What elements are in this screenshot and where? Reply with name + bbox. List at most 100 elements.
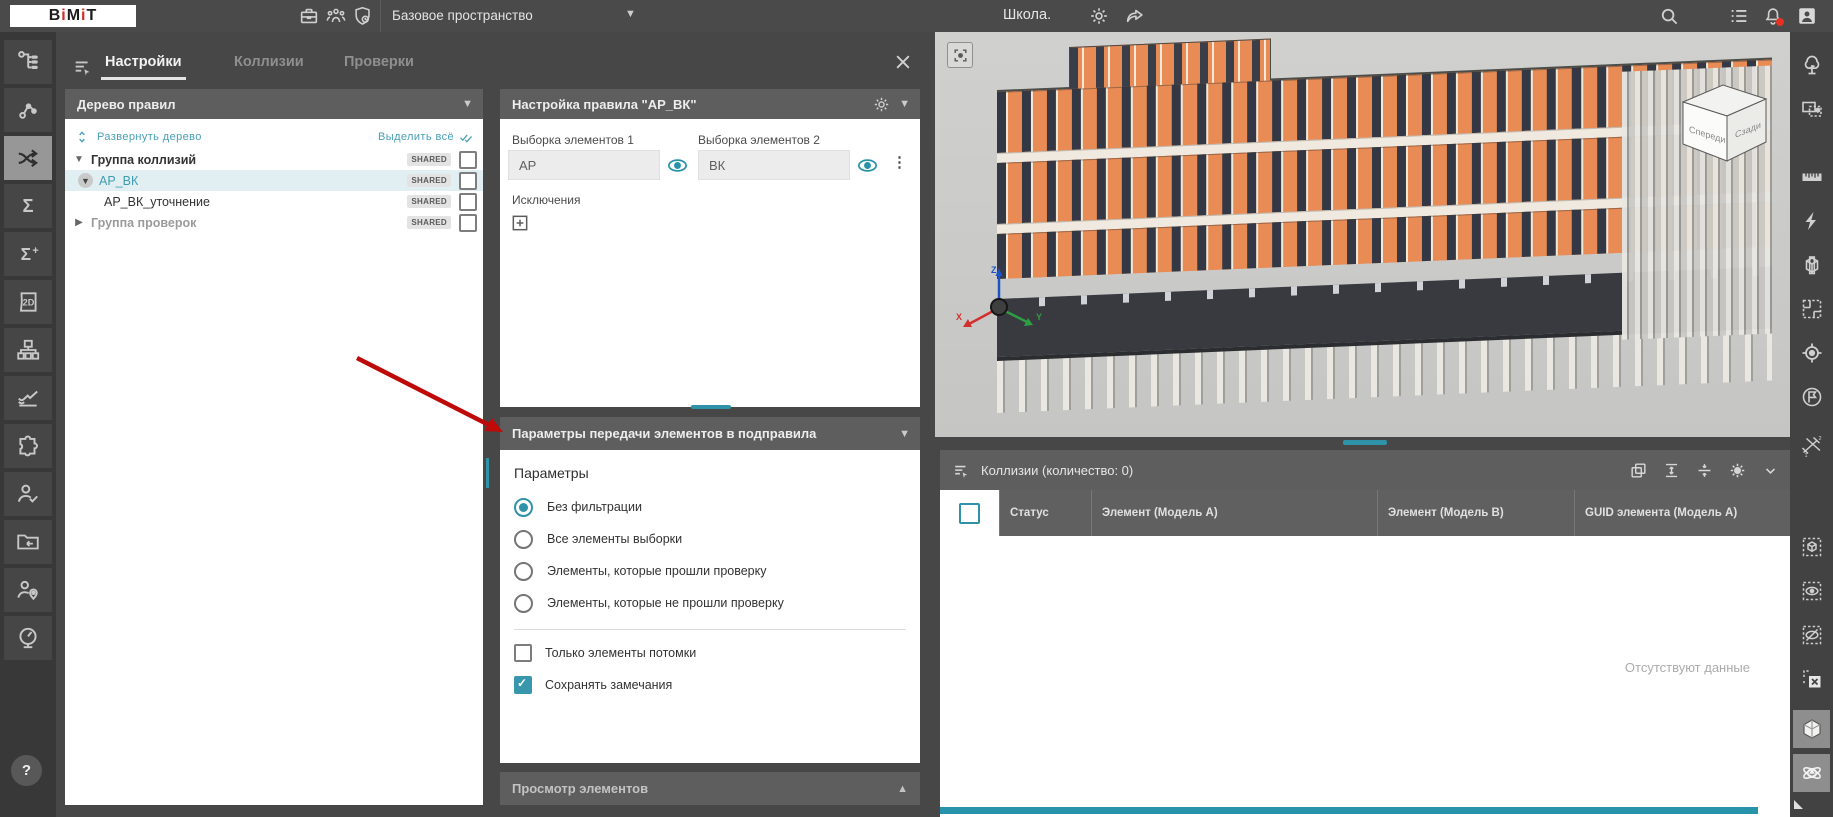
fit-rows-icon[interactable]	[1662, 461, 1681, 480]
tool-dimensions[interactable]	[1793, 428, 1830, 466]
sidebar-item-clash-rules[interactable]	[4, 136, 52, 180]
caret-right-icon[interactable]: ▶	[73, 217, 85, 228]
resize-corner[interactable]	[1794, 800, 1803, 809]
sidebar-item-import[interactable]	[4, 520, 52, 564]
checkbox-checked-icon[interactable]	[514, 676, 532, 694]
select-all-cell[interactable]	[940, 490, 1000, 536]
tool-shaded-view[interactable]	[1793, 710, 1830, 748]
tool-hide-selected[interactable]	[1793, 616, 1830, 654]
tool-section-box[interactable]	[1793, 246, 1830, 284]
merge-rows-icon[interactable]	[1695, 461, 1714, 480]
sidebar-item-structure[interactable]	[4, 328, 52, 372]
radio-icon[interactable]	[514, 594, 533, 613]
workspace-selector[interactable]: Базовое пространство	[392, 8, 533, 23]
sidebar-item-totals[interactable]	[4, 184, 52, 228]
add-exclusion-icon[interactable]	[510, 213, 530, 233]
tool-clip[interactable]	[1793, 202, 1830, 240]
expand-caret-icon[interactable]: ▲	[897, 783, 908, 795]
row-checkbox[interactable]	[459, 193, 477, 211]
collapse-caret-icon[interactable]: ▼	[899, 98, 910, 110]
elements-preview-header[interactable]: Просмотр элементов ▲	[500, 772, 920, 805]
panel-menu-icon[interactable]	[72, 56, 94, 78]
tree-row-selected[interactable]: ▼ АР_ВК SHARED	[65, 170, 483, 191]
checkbox-icon[interactable]	[514, 644, 532, 662]
sidebar-item-relations[interactable]	[4, 88, 52, 132]
radio-all-elements[interactable]: Все элементы выборки	[514, 529, 682, 549]
copy-rows-icon[interactable]	[1629, 461, 1648, 480]
tool-locate[interactable]	[1793, 334, 1830, 372]
checkbox-keep-remarks[interactable]: Сохранять замечания	[514, 675, 672, 695]
selection1-input[interactable]: АР	[508, 150, 660, 180]
workspace-caret-icon[interactable]: ▼	[625, 8, 636, 20]
radio-passed-check[interactable]: Элементы, которые прошли проверку	[514, 561, 767, 581]
column-guid-a[interactable]: GUID элемента (Модель A)	[1575, 490, 1790, 536]
caret-down-icon[interactable]: ▼	[73, 154, 85, 165]
app-logo[interactable]: BiMiT	[10, 5, 136, 27]
expand-tree-link[interactable]: Развернуть дерево	[97, 131, 202, 143]
tool-show-selected[interactable]	[1793, 572, 1830, 610]
header-checkbox[interactable]	[959, 503, 980, 524]
tool-orbit[interactable]	[1793, 754, 1830, 792]
search-icon[interactable]	[1658, 5, 1680, 27]
building-model[interactable]	[997, 32, 1772, 419]
shield-history-icon[interactable]	[352, 5, 374, 27]
horizontal-scrollbar[interactable]	[940, 807, 1758, 814]
tree-row[interactable]: ▼ Группа коллизий SHARED	[65, 149, 483, 170]
tool-floor-plan[interactable]	[1793, 290, 1830, 328]
collisions-resize-handle[interactable]	[1343, 440, 1387, 445]
radio-icon[interactable]	[514, 562, 533, 581]
sidebar-item-charts[interactable]	[4, 376, 52, 420]
task-list-icon[interactable]	[1728, 5, 1750, 27]
checkbox-descendants-only[interactable]: Только элементы потомки	[514, 643, 696, 663]
table-settings-gear-icon[interactable]	[1728, 461, 1747, 480]
project-settings-gear-icon[interactable]	[1088, 5, 1110, 27]
radio-icon[interactable]	[514, 530, 533, 549]
collapse-caret-icon[interactable]: ▼	[899, 428, 910, 440]
column-status[interactable]: Статус	[1000, 490, 1092, 536]
tool-measure[interactable]	[1793, 158, 1830, 196]
scroll-indicator[interactable]	[486, 458, 489, 488]
view-cube[interactable]: Спереди Сзади	[1675, 76, 1775, 168]
rule-tree-header[interactable]: Дерево правил ▼	[65, 89, 483, 119]
caret-down-circle-icon[interactable]: ▼	[78, 173, 93, 188]
close-panel-icon[interactable]	[893, 52, 913, 72]
help-button[interactable]: ?	[11, 755, 42, 786]
collapse-chevron-icon[interactable]	[1761, 461, 1780, 480]
radio-failed-check[interactable]: Элементы, которые не прошли проверку	[514, 593, 784, 613]
row-checkbox[interactable]	[459, 151, 477, 169]
axis-gizmo[interactable]: Z X Y	[951, 260, 1047, 356]
sidebar-item-dashboard[interactable]	[4, 616, 52, 660]
sidebar-item-plugins[interactable]	[4, 424, 52, 468]
tool-clear-selection[interactable]	[1793, 660, 1830, 698]
tool-selection-sets[interactable]	[1793, 90, 1830, 128]
select-all-link[interactable]: Выделить всё	[378, 131, 454, 143]
tool-project-tree[interactable]	[1793, 46, 1830, 84]
sidebar-item-model-tree[interactable]	[4, 40, 52, 84]
tab-settings[interactable]: Настройки	[105, 54, 182, 70]
row-checkbox[interactable]	[459, 172, 477, 190]
share-icon[interactable]	[1124, 5, 1146, 27]
kebab-menu-icon[interactable]: ⋮	[892, 155, 907, 170]
collapse-caret-icon[interactable]: ▼	[462, 98, 473, 110]
row-checkbox[interactable]	[459, 214, 477, 232]
tab-collisions[interactable]: Коллизии	[234, 54, 304, 70]
account-icon[interactable]	[1796, 5, 1818, 27]
projects-icon[interactable]	[298, 5, 320, 27]
team-icon[interactable]	[325, 5, 347, 27]
zoom-extents-button[interactable]	[947, 42, 973, 68]
eye-icon[interactable]	[666, 154, 689, 177]
tree-row[interactable]: ▶ Группа проверок SHARED	[65, 212, 483, 233]
sidebar-item-approvals[interactable]	[4, 472, 52, 516]
rule-gear-icon[interactable]	[872, 95, 891, 114]
panel-resize-handle[interactable]	[691, 405, 731, 409]
column-element-a[interactable]: Элемент (Модель A)	[1092, 490, 1378, 536]
column-element-b[interactable]: Элемент (Модель B)	[1378, 490, 1575, 536]
viewport-3d[interactable]: Z X Y Спереди Сзади	[935, 32, 1790, 437]
transfer-params-header[interactable]: Параметры передачи элементов в подправил…	[500, 417, 920, 450]
expand-tree-icon[interactable]	[75, 130, 89, 144]
eye-icon[interactable]	[856, 154, 879, 177]
collisions-table-body[interactable]: Отсутствуют данные	[940, 536, 1790, 817]
sidebar-item-2d-drawings[interactable]	[4, 280, 52, 324]
tool-flags[interactable]	[1793, 378, 1830, 416]
selection2-input[interactable]: ВК	[698, 150, 850, 180]
